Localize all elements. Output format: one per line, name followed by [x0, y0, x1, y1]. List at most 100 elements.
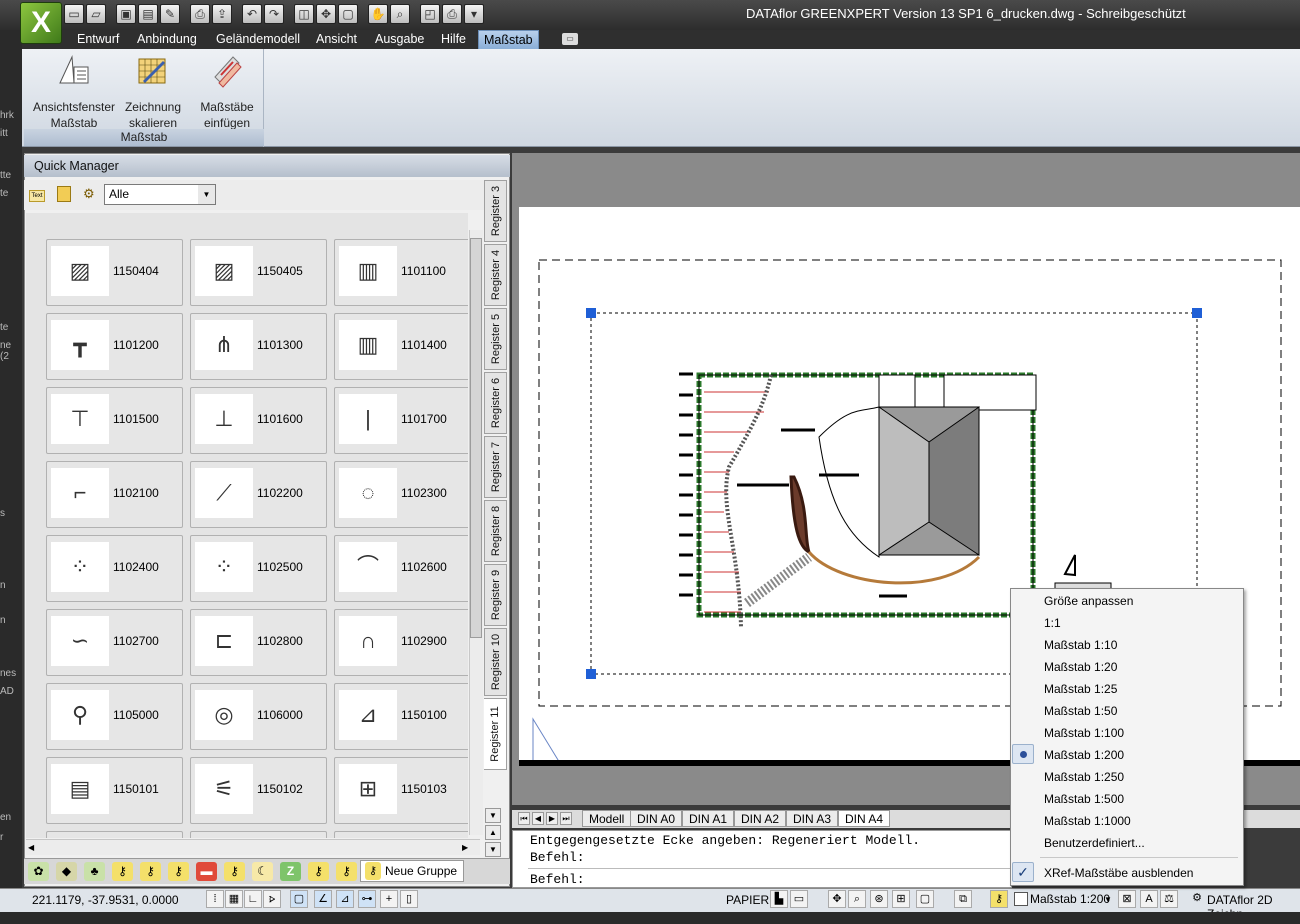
symbol-tile[interactable]: ⌒ 1102600 [334, 535, 468, 602]
pan-icon[interactable]: ✋ [368, 4, 388, 24]
annotation-visibility-icon[interactable]: A [1140, 890, 1158, 908]
symbol-tile[interactable]: | 1101700 [334, 387, 468, 454]
tab-register-7[interactable]: Register 7 [484, 436, 507, 498]
symbol-tile[interactable]: ⚟ 1150102 [190, 757, 327, 824]
scroll-down-small-icon[interactable]: ▼ [485, 808, 501, 823]
tab-register-3[interactable]: Register 3 [484, 180, 507, 242]
qp-icon[interactable]: ▯ [400, 890, 418, 908]
tab-register-10[interactable]: Register 10 [484, 628, 507, 696]
sheet-icon[interactable] [57, 186, 71, 202]
symbol-tile[interactable]: ▤ 1150101 [46, 757, 183, 824]
tab-anbindung[interactable]: Anbindung [132, 30, 202, 49]
group-key-icon[interactable]: ⚷ [336, 862, 357, 881]
symbol-tile[interactable]: ⊥ 1101600 [190, 387, 327, 454]
zoom-icon[interactable]: ⌕ [390, 4, 410, 24]
symbol-tile[interactable]: ▥ 1101400 [334, 313, 468, 380]
scrollbar-thumb[interactable] [470, 238, 482, 638]
symbol-tile[interactable]: ▥ 1101100 [334, 239, 468, 306]
group-key-icon[interactable]: ⚷ [308, 862, 329, 881]
next-layout-icon[interactable]: ▶ [546, 812, 558, 825]
tab-register-11[interactable]: Register 11 [484, 698, 507, 770]
paper-model-toggle[interactable]: PAPIER [726, 893, 769, 907]
tab-hilfe[interactable]: Hilfe [436, 30, 471, 49]
symbol-tile[interactable]: ∩ 1102900 [334, 609, 468, 676]
move-icon[interactable]: ✥ [316, 4, 336, 24]
group-stones-icon[interactable]: ◆ [56, 862, 77, 881]
grid-icon[interactable]: ▦ [225, 890, 243, 908]
symbol-tile[interactable] [190, 831, 327, 838]
last-layout-icon[interactable]: ⏭ [560, 812, 572, 825]
tab-register-8[interactable]: Register 8 [484, 500, 507, 562]
edit-icon[interactable]: ✎ [160, 4, 180, 24]
menu-item-scale-25[interactable]: Maßstab 1:25 [1044, 682, 1117, 696]
layout-icon[interactable]: ▙ [770, 890, 788, 908]
symbol-tile[interactable]: ⊿ 1150100 [334, 683, 468, 750]
symbol-tile[interactable]: ⊤ 1101500 [46, 387, 183, 454]
new-file-icon[interactable]: ▭ [64, 4, 84, 24]
ribbon-minimize-icon[interactable]: ▭ [562, 33, 578, 45]
first-layout-icon[interactable]: ⏮ [518, 812, 530, 825]
scroll-down-icon[interactable]: ▼ [485, 842, 501, 857]
steering-wheel-icon[interactable]: ⊛ [870, 890, 888, 908]
maximize-viewport-icon[interactable]: ▢ [916, 890, 934, 908]
new-group-tab[interactable]: ⚷ Neue Gruppe [360, 860, 464, 882]
tab-register-6[interactable]: Register 6 [484, 372, 507, 434]
otrack-icon[interactable]: ∠ [314, 890, 332, 908]
group-plants-icon[interactable]: ✿ [28, 862, 49, 881]
menu-item-custom[interactable]: Benutzerdefiniert... [1044, 836, 1145, 850]
tab-gelaendemodell[interactable]: Geländemodell [211, 30, 305, 49]
polar-icon[interactable]: ⦠ [263, 890, 281, 908]
annotation-scale-icon[interactable]: ⊠ [1118, 890, 1136, 908]
scroll-left-icon[interactable]: ◀ [28, 843, 34, 852]
snap-icon[interactable]: ⁞ [206, 890, 224, 908]
symbol-tile[interactable]: ⊞ 1150103 [334, 757, 468, 824]
ducs-icon[interactable]: ⊿ [336, 890, 354, 908]
scroll-right-icon[interactable]: ▶ [462, 843, 468, 852]
symbol-tile[interactable] [334, 831, 468, 838]
menu-item-scale-200[interactable]: Maßstab 1:200 [1044, 748, 1124, 762]
scroll-up-icon[interactable]: ▲ [485, 825, 501, 840]
ortho-icon[interactable]: ∟ [244, 890, 262, 908]
viewport-scale-button[interactable]: Ansichtsfenster Maßstab [32, 53, 116, 131]
symbol-tile[interactable]: ⚲ 1105000 [46, 683, 183, 750]
osnap-icon[interactable]: ▢ [290, 890, 308, 908]
symbol-tile[interactable]: ┳ 1101200 [46, 313, 183, 380]
zoom-icon[interactable]: ⌕ [848, 890, 866, 908]
menu-item-scale-20[interactable]: Maßstab 1:20 [1044, 660, 1117, 674]
symbol-tile[interactable]: ∽ 1102700 [46, 609, 183, 676]
menu-item-scale-1000[interactable]: Maßstab 1:1000 [1044, 814, 1131, 828]
symbol-tile[interactable]: ◎ 1106000 [190, 683, 327, 750]
menu-item-scale-500[interactable]: Maßstab 1:500 [1044, 792, 1124, 806]
group-z-icon[interactable]: Z [280, 862, 301, 881]
menu-item-hide-xref-scales[interactable]: XRef-Maßstäbe ausblenden [1044, 866, 1193, 880]
menu-item-scale-10[interactable]: Maßstab 1:10 [1044, 638, 1117, 652]
menu-item-scale-100[interactable]: Maßstab 1:100 [1044, 726, 1124, 740]
open-file-icon[interactable]: ▱ [86, 4, 106, 24]
tab-register-9[interactable]: Register 9 [484, 564, 507, 626]
symbol-tile[interactable] [46, 831, 183, 838]
dyn-icon[interactable]: ⊶ [358, 890, 376, 908]
symbol-tile[interactable]: ◌ 1102300 [334, 461, 468, 528]
viewport-icon[interactable]: ▭ [790, 890, 808, 908]
workspace-gear-icon[interactable]: ⚙ [1188, 890, 1206, 908]
group-moon-icon[interactable]: ☾ [252, 862, 273, 881]
symbol-tile[interactable]: ⋔ 1101300 [190, 313, 327, 380]
viewport-scale-dropdown[interactable]: Maßstab 1:200 ▼ [1012, 890, 1114, 909]
symbol-tile[interactable]: ⌐ 1102100 [46, 461, 183, 528]
symbol-tile[interactable]: ⟋ 1102200 [190, 461, 327, 528]
grip-handle[interactable] [586, 308, 596, 318]
tab-din-a3[interactable]: DIN A3 [786, 810, 839, 827]
symbol-tile[interactable]: ⁘ 1102500 [190, 535, 327, 602]
group-key-icon[interactable]: ⚷ [112, 862, 133, 881]
group-key-icon[interactable]: ⚷ [224, 862, 245, 881]
tab-din-a0[interactable]: DIN A0 [630, 810, 683, 827]
tab-din-a1[interactable]: DIN A1 [682, 810, 735, 827]
plot-icon[interactable]: ⎙ [190, 4, 210, 24]
group-trees-icon[interactable]: ♣ [84, 862, 105, 881]
menu-item-1-1[interactable]: 1:1 [1044, 616, 1061, 630]
publish-icon[interactable]: ⇪ [212, 4, 232, 24]
tab-register-5[interactable]: Register 5 [484, 308, 507, 370]
undo-icon[interactable]: ↶ [242, 4, 262, 24]
tab-register-4[interactable]: Register 4 [484, 244, 507, 306]
command-input[interactable]: Befehl: [530, 872, 585, 887]
